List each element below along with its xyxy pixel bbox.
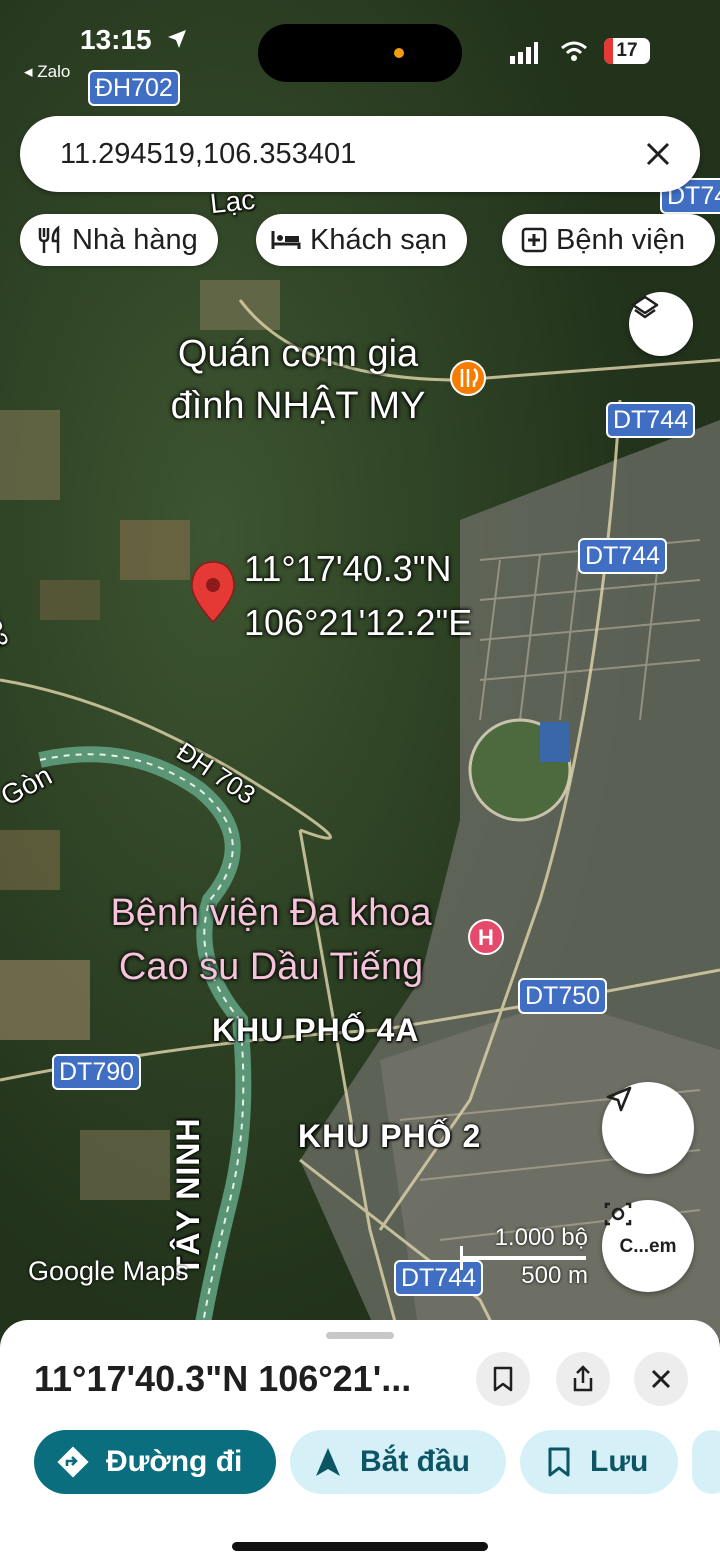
camera-button-label: C...em [619, 1236, 677, 1257]
search-input[interactable]: 11.294519,106.353401 [60, 138, 356, 171]
camera-search-button[interactable]: C...em [602, 1200, 694, 1292]
route-shield: DT744 [578, 538, 668, 574]
more-actions-chip[interactable] [692, 1430, 720, 1494]
cellular-signal-icon [510, 42, 538, 64]
place-title: 11°17'40.3"N 106°21'... [34, 1358, 412, 1399]
status-bar: 13:15 ◂ Zalo 17 [0, 0, 720, 90]
sheet-drag-handle[interactable] [326, 1332, 394, 1339]
hotel-icon [271, 231, 301, 249]
province-label: TÂY NINH [170, 1117, 206, 1276]
action-label: Đường đi [106, 1445, 243, 1478]
bookmark-icon [493, 1366, 513, 1392]
route-shield: DT744 [606, 402, 696, 438]
chip-hospitals[interactable]: Bệnh viện [502, 214, 715, 266]
layers-button[interactable] [629, 292, 693, 356]
my-location-button[interactable] [602, 1082, 694, 1174]
directions-icon [57, 1446, 89, 1478]
scale-tick [460, 1246, 463, 1270]
satellite-map[interactable]: H ĐH702 DT74 DT744 DT744 DT750 DT790 DT7… [0, 0, 720, 1340]
layers-icon [631, 295, 659, 319]
restaurant-poi-label[interactable]: Quán cơm gia đình NHẬT MY [148, 328, 448, 432]
hospital-marker-icon[interactable]: H [468, 919, 504, 955]
location-arrow-icon [168, 30, 186, 48]
chip-hotels[interactable]: Khách sạn [256, 214, 468, 266]
pin-latitude: 11°17'40.3"N [244, 548, 452, 589]
place-bottom-sheet[interactable]: 11°17'40.3"N 106°21'... Đường đi Bắt đầu… [0, 1320, 720, 1564]
google-maps-logo: Google Maps [28, 1256, 189, 1286]
restaurant-icon [38, 225, 60, 253]
battery-indicator: 17 [604, 38, 650, 64]
save-bookmark-button[interactable] [476, 1352, 530, 1406]
status-time: 13:15 [80, 24, 152, 55]
hospital-poi-name-line1: Bệnh viện Đa khoa [110, 892, 432, 934]
directions-button[interactable]: Đường đi [34, 1430, 276, 1494]
action-label: Bắt đầu [360, 1445, 471, 1478]
map-scale: 1.000 bộ 500 m [460, 1224, 592, 1292]
navigation-arrow-icon [316, 1448, 340, 1476]
share-icon [573, 1365, 593, 1392]
pin-longitude: 106°21'12.2"E [244, 602, 473, 643]
scale-imperial: 1.000 bộ [494, 1224, 588, 1251]
bookmark-icon [548, 1447, 570, 1477]
search-bar[interactable]: 11.294519,106.353401 [20, 116, 700, 192]
area-label: KHU PHỐ 2 [298, 1118, 482, 1154]
wifi-icon [561, 41, 587, 61]
battery-level [604, 38, 613, 64]
svg-text:H: H [478, 925, 494, 950]
chip-label: Nhà hàng [72, 223, 198, 256]
scale-bar [460, 1256, 586, 1260]
start-navigation-button[interactable]: Bắt đầu [290, 1430, 506, 1494]
chip-label: Bệnh viện [556, 223, 685, 256]
hospital-poi-label[interactable]: Bệnh viện Đa khoa Cao su Dầu Tiếng [76, 886, 466, 994]
chip-restaurants[interactable]: Nhà hàng [20, 214, 218, 266]
back-to-app-link[interactable]: ◂ Zalo [24, 62, 70, 82]
restaurant-poi-name-line1: Quán cơm gia [177, 333, 419, 375]
route-shield: DT790 [52, 1054, 142, 1090]
area-label: KHU PHỐ 4A [212, 1012, 420, 1048]
hospital-icon [521, 227, 547, 253]
restaurant-marker-icon[interactable] [450, 360, 486, 396]
privacy-indicator [394, 48, 404, 58]
close-icon[interactable] [638, 134, 678, 174]
battery-percent: 17 [616, 40, 638, 61]
action-label: Lưu [590, 1445, 649, 1478]
camera-icon [604, 1202, 632, 1226]
scale-metric: 500 m [521, 1262, 588, 1289]
restaurant-poi-name-line2: đình NHẬT MY [170, 385, 426, 427]
close-sheet-button[interactable] [634, 1352, 688, 1406]
chip-label: Khách sạn [310, 223, 448, 256]
close-icon [651, 1369, 671, 1389]
pin-coordinates-label: 11°17'40.3"N 106°21'12.2"E [244, 542, 472, 650]
hospital-poi-name-line2: Cao su Dầu Tiếng [118, 946, 424, 988]
share-button[interactable] [556, 1352, 610, 1406]
navigation-arrow-icon [606, 1086, 632, 1112]
route-shield: DT750 [518, 978, 608, 1014]
save-button[interactable]: Lưu [520, 1430, 678, 1494]
dynamic-island [258, 24, 462, 82]
home-indicator[interactable] [232, 1542, 488, 1551]
